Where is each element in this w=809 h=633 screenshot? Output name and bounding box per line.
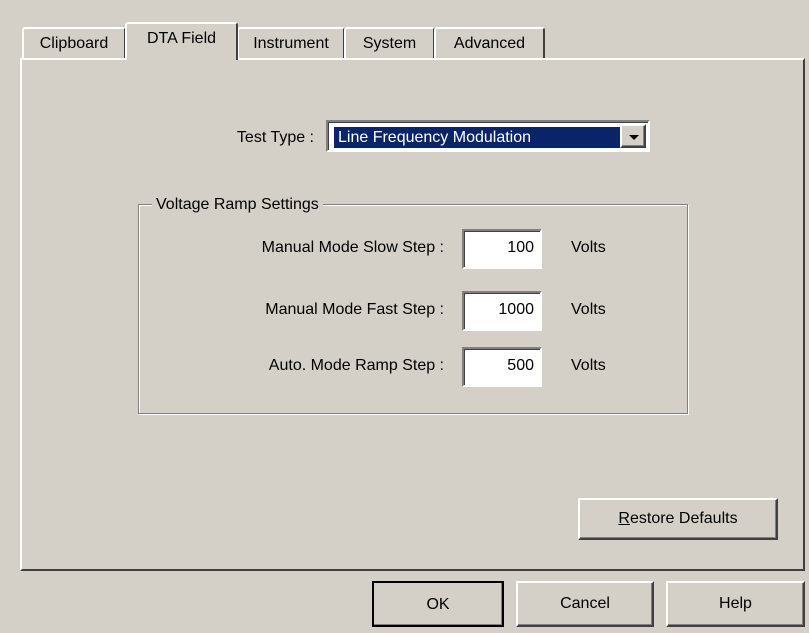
ramp-step-field[interactable]: 500 xyxy=(462,347,542,387)
ok-button[interactable]: OK xyxy=(372,581,504,627)
tab-clipboard[interactable]: Clipboard xyxy=(22,27,126,58)
chevron-down-icon xyxy=(629,135,639,140)
fast-step-field[interactable]: 1000 xyxy=(462,291,542,331)
dropdown-button[interactable] xyxy=(620,124,646,148)
test-type-value: Line Frequency Modulation xyxy=(333,126,621,149)
tab-label: Advanced xyxy=(453,35,526,52)
ok-label: OK xyxy=(426,596,450,613)
restore-defaults-mnemonic: R xyxy=(618,510,630,527)
tab-dta-field[interactable]: DTA Field xyxy=(125,22,238,60)
cancel-label: Cancel xyxy=(560,595,610,612)
restore-defaults-button[interactable]: Restore Defaults xyxy=(578,498,778,540)
help-button[interactable]: Help xyxy=(666,581,805,627)
slow-step-field[interactable]: 100 xyxy=(462,229,542,269)
test-type-select[interactable]: Line Frequency Modulation xyxy=(326,120,650,152)
help-label: Help xyxy=(719,595,752,612)
tab-instrument[interactable]: Instrument xyxy=(237,27,345,58)
tab-label: System xyxy=(362,35,417,52)
tab-system[interactable]: System xyxy=(344,27,435,58)
tab-label: DTA Field xyxy=(146,30,217,47)
tab-advanced[interactable]: Advanced xyxy=(434,27,545,58)
tab-label: Clipboard xyxy=(39,35,109,52)
tab-label: Instrument xyxy=(253,35,329,52)
cancel-button[interactable]: Cancel xyxy=(516,581,654,627)
restore-defaults-label: estore Defaults xyxy=(629,510,738,527)
